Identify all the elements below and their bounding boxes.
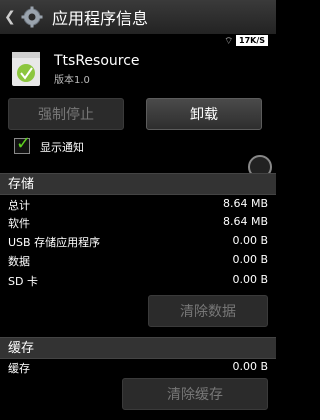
row-label: 总计 [8,199,30,212]
row-value: 0.00 B [232,360,268,373]
storage-row-data: 数据 0.00 B [0,253,276,271]
title-bar: ❮ 应用程序信息 [0,0,276,35]
uninstall-button[interactable]: 卸载 [146,98,262,130]
storage-row-app: 软件 8.64 MB [0,215,276,233]
show-notifications-label: 显示通知 [40,141,84,154]
row-label: SD 卡 [8,275,38,288]
app-name: TtsResource [54,53,140,69]
row-value: 0.00 B [232,253,268,266]
status-bar: ⌔ 17K/S [0,34,276,48]
force-stop-button[interactable]: 强制停止 [8,98,124,130]
row-label: 软件 [8,217,30,230]
clear-data-button[interactable]: 清除数据 [148,295,268,327]
settings-gear-icon [21,6,43,28]
storage-section-header: 存储 [0,173,276,195]
cache-section-header: 缓存 [0,337,276,359]
cache-row: 缓存 0.00 B [0,360,276,378]
clear-cache-button[interactable]: 清除缓存 [122,378,268,410]
row-label: 缓存 [8,362,30,375]
row-value: 8.64 MB [222,215,268,228]
storage-row-usb: USB 存储应用程序 0.00 B [0,234,276,252]
checkmark-icon: ✓ [16,133,32,154]
app-version: 版本1.0 [54,75,90,86]
app-icon [12,52,40,86]
back-arrow-icon[interactable]: ❮ [4,9,18,25]
show-notifications-checkbox[interactable]: ✓ [14,133,31,154]
storage-row-sdcard: SD 卡 0.00 B [0,273,276,291]
row-value: 0.00 B [232,234,268,247]
row-value: 8.64 MB [222,197,268,210]
row-label: USB 存储应用程序 [8,236,101,249]
network-speed-badge: 17K/S [236,35,269,46]
page-title: 应用程序信息 [52,9,149,28]
storage-row-total: 总计 8.64 MB [0,197,276,215]
row-value: 0.00 B [232,273,268,286]
wifi-icon: ⌔ [224,36,234,47]
row-label: 数据 [8,255,30,268]
